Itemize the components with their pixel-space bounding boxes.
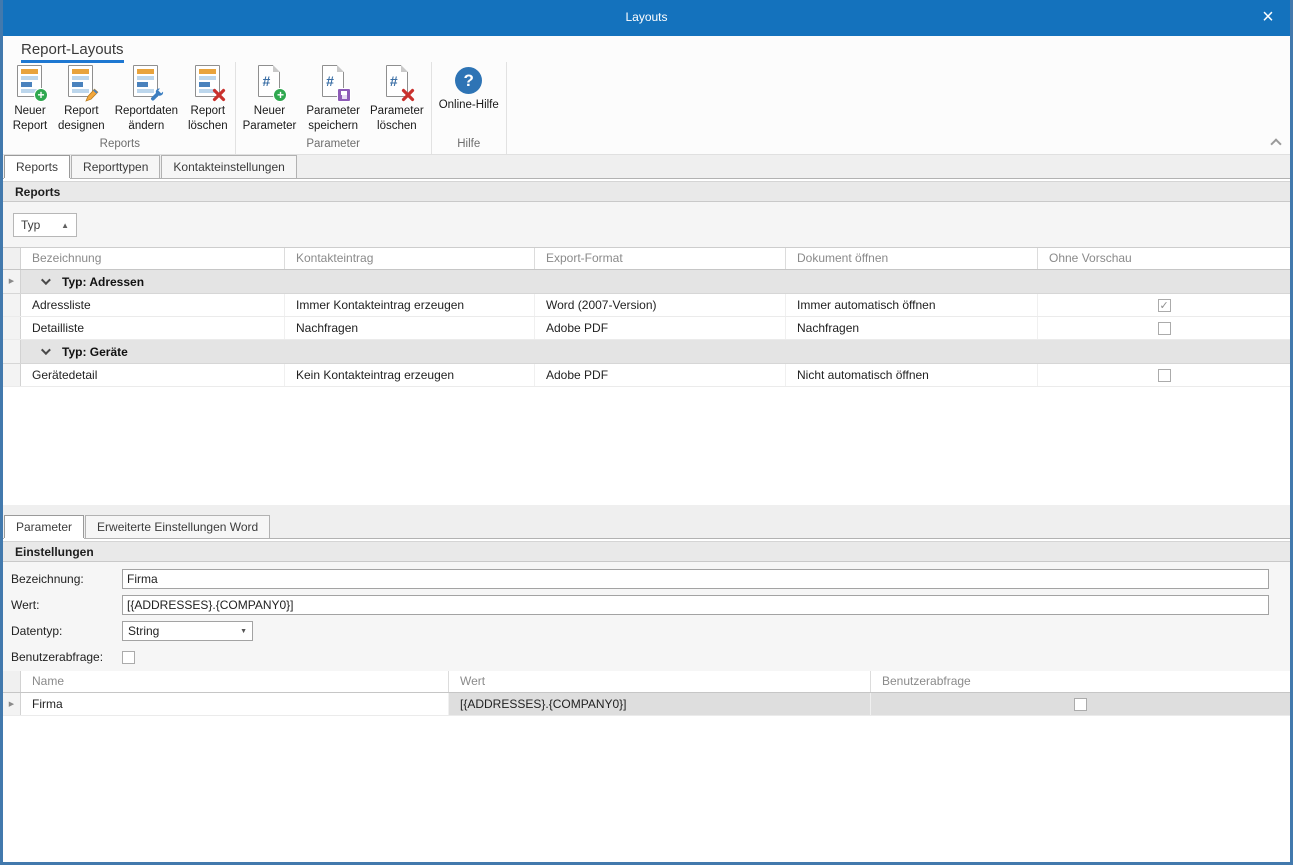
ribbon-group-label-parameter: Parameter xyxy=(238,138,429,154)
lower-tabstrip: Parameter Erweiterte Einstellungen Word xyxy=(3,505,1290,539)
save-parameter-button[interactable]: # Parameterspeichern xyxy=(301,62,365,136)
report-data-icon xyxy=(129,64,163,100)
group-by-typ-button[interactable]: Typ ▲ xyxy=(13,213,77,237)
table-row-adressliste[interactable]: Adressliste Immer Kontakteintrag erzeuge… xyxy=(3,294,1290,317)
tab-reports[interactable]: Reports xyxy=(4,155,70,178)
ohne-vorschau-checkbox[interactable] xyxy=(1158,322,1171,335)
benutzerabfrage-checkbox[interactable] xyxy=(122,651,135,664)
reports-grid: Bezeichnung Kontakteintrag Export-Format… xyxy=(3,248,1290,387)
new-parameter-button[interactable]: # + NeuerParameter xyxy=(238,62,302,136)
datentyp-label: Datentyp: xyxy=(3,624,122,638)
report-delete-icon xyxy=(191,64,225,100)
settings-section-header: Einstellungen xyxy=(3,541,1290,562)
sort-asc-icon: ▲ xyxy=(61,221,69,230)
ohne-vorschau-checkbox[interactable] xyxy=(1158,299,1171,312)
group-by-panel: Typ ▲ xyxy=(3,202,1290,248)
column-header-wert[interactable]: Wert xyxy=(448,671,870,692)
parameter-grid: Name Wert Benutzerabfrage ▶ Firma [{ADDR… xyxy=(3,671,1290,716)
ohne-vorschau-checkbox[interactable] xyxy=(1158,369,1171,382)
ribbon-tab-report-layouts[interactable]: Report-Layouts xyxy=(21,41,124,63)
bezeichnung-field[interactable] xyxy=(122,569,1269,589)
ribbon-groups: + NeuerReport Reportdesignen xyxy=(3,62,1290,154)
parameter-new-icon: # + xyxy=(252,64,286,100)
column-header-export-format[interactable]: Export-Format xyxy=(534,248,785,269)
column-header-dokument-oeffnen[interactable]: Dokument öffnen xyxy=(785,248,1037,269)
table-row-geraetedetail[interactable]: Gerätedetail Kein Kontakteintrag erzeuge… xyxy=(3,364,1290,387)
ribbon-group-reports: + NeuerReport Reportdesignen xyxy=(5,62,236,154)
ribbon-group-hilfe: ? Online-Hilfe Hilfe xyxy=(432,62,507,154)
delete-report-button[interactable]: Reportlöschen xyxy=(183,62,233,136)
change-report-data-button[interactable]: Reportdatenändern xyxy=(110,62,183,136)
group-row-adressen[interactable]: ▶ Typ: Adressen xyxy=(3,270,1290,294)
titlebar: Layouts × xyxy=(0,0,1293,36)
close-icon[interactable]: × xyxy=(1255,6,1281,30)
benutzerabfrage-label: Benutzerabfrage: xyxy=(3,650,122,664)
report-new-icon: + xyxy=(13,64,47,100)
column-header-bezeichnung[interactable]: Bezeichnung xyxy=(21,248,284,269)
design-report-button[interactable]: Reportdesignen xyxy=(53,62,110,136)
tab-erweiterte-einstellungen-word[interactable]: Erweiterte Einstellungen Word xyxy=(85,515,270,538)
tab-parameter[interactable]: Parameter xyxy=(4,515,84,538)
upper-tabstrip: Reports Reporttypen Kontakteinstellungen xyxy=(3,155,1290,179)
ribbon-group-parameter: # + NeuerParameter # Parameterspeichern xyxy=(236,62,432,154)
settings-form: Bezeichnung: Wert: Datentyp: String ▼ Be… xyxy=(3,562,1290,671)
chevron-down-icon: ▼ xyxy=(240,628,247,635)
reports-section-header: Reports xyxy=(3,181,1290,202)
ribbon-group-label-reports: Reports xyxy=(7,138,233,154)
column-header-kontakteintrag[interactable]: Kontakteintrag xyxy=(284,248,534,269)
layouts-window: Layouts × Report-Layouts + NeuerReport xyxy=(0,0,1293,865)
parameter-grid-empty-area xyxy=(3,716,1290,862)
ribbon: Report-Layouts + NeuerReport xyxy=(3,36,1290,155)
row-indicator-icon: ▶ xyxy=(9,701,14,708)
chevron-down-icon[interactable] xyxy=(41,275,51,285)
bezeichnung-label: Bezeichnung: xyxy=(3,572,122,586)
tab-reporttypen[interactable]: Reporttypen xyxy=(71,155,160,178)
group-row-geraete[interactable]: Typ: Geräte xyxy=(3,340,1290,364)
reports-grid-empty-area xyxy=(3,387,1290,505)
parameter-save-icon: # xyxy=(316,64,350,100)
row-indicator-icon: ▶ xyxy=(9,278,14,285)
report-design-icon xyxy=(64,64,98,100)
online-help-icon: ? xyxy=(455,67,482,94)
chevron-down-icon[interactable] xyxy=(41,345,51,355)
ribbon-group-label-hilfe: Hilfe xyxy=(434,138,504,154)
ribbon-tab-row: Report-Layouts xyxy=(3,36,1290,62)
column-header-ohne-vorschau[interactable]: Ohne Vorschau xyxy=(1037,248,1290,269)
table-row-detailliste[interactable]: Detailliste Nachfragen Adobe PDF Nachfra… xyxy=(3,317,1290,340)
new-report-button[interactable]: + NeuerReport xyxy=(7,62,53,136)
table-row-firma[interactable]: ▶ Firma [{ADDRESSES}.{COMPANY0}] xyxy=(3,693,1290,716)
wert-label: Wert: xyxy=(3,598,122,612)
column-header-benutzerabfrage[interactable]: Benutzerabfrage xyxy=(870,671,1290,692)
parameter-delete-icon: # xyxy=(380,64,414,100)
online-help-button[interactable]: ? Online-Hilfe xyxy=(434,62,504,115)
wert-field[interactable] xyxy=(122,595,1269,615)
delete-parameter-button[interactable]: # Parameterlöschen xyxy=(365,62,429,136)
column-header-name[interactable]: Name xyxy=(21,671,448,692)
collapse-ribbon-icon[interactable] xyxy=(1271,137,1280,146)
tab-kontakteinstellungen[interactable]: Kontakteinstellungen xyxy=(161,155,296,178)
parameter-grid-header: Name Wert Benutzerabfrage xyxy=(3,671,1290,693)
reports-grid-header: Bezeichnung Kontakteintrag Export-Format… xyxy=(3,248,1290,270)
benutzerabfrage-checkbox[interactable] xyxy=(1074,698,1087,711)
window-title: Layouts xyxy=(0,10,1293,24)
datentyp-dropdown[interactable]: String ▼ xyxy=(122,621,253,641)
